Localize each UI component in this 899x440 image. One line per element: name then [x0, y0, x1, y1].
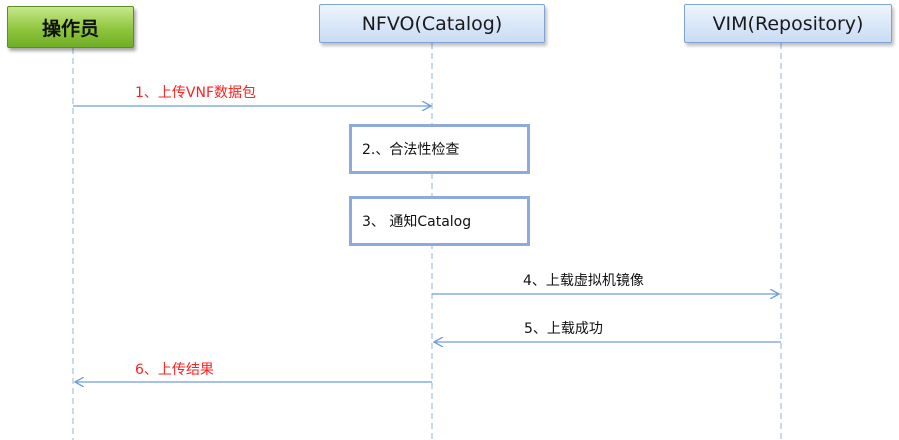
actor-vim-label: VIM(Repository) — [712, 12, 864, 35]
step-legality-check-box: 2.、合法性检查 — [349, 124, 530, 174]
step-notify-catalog-label: 3、 通知Catalog — [362, 214, 472, 230]
actor-operator-label: 操作员 — [41, 17, 99, 40]
step-upload-success-label: 5、上载成功 — [524, 321, 603, 337]
step-legality-check-label: 2.、合法性检查 — [362, 142, 460, 158]
step-upload-result-label: 6、上传结果 — [135, 362, 214, 378]
actor-nfvo: NFVO(Catalog) — [319, 4, 545, 43]
step-upload-image-label: 4、上载虚拟机镜像 — [523, 273, 644, 289]
actor-operator: 操作员 — [7, 6, 134, 48]
actor-nfvo-label: NFVO(Catalog) — [361, 12, 503, 35]
step-upload-package-label: 1、上传VNF数据包 — [135, 85, 257, 101]
step-notify-catalog-box: 3、 通知Catalog — [349, 196, 530, 246]
actor-vim: VIM(Repository) — [684, 4, 892, 43]
